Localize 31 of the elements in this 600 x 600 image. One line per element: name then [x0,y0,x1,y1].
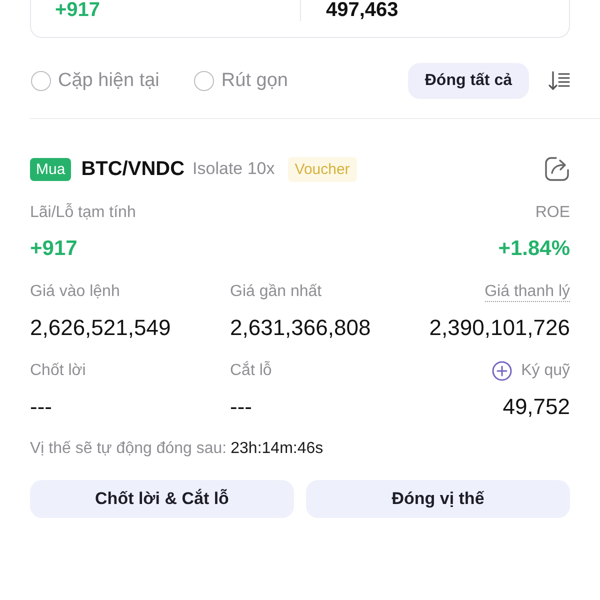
sort-icon[interactable] [548,70,570,92]
auto-close-label: Vị thế sẽ tự động đóng sau: [30,440,227,457]
voucher-tag: Voucher [288,156,357,182]
side-badge: Mua [30,158,72,180]
margin-mode: Isolate 10x [192,159,275,179]
field-value: 2,631,366,808 [230,315,371,341]
field-label: Ký quỹ [521,361,570,381]
share-icon[interactable] [544,156,570,182]
action-button[interactable]: Đóng vị thế [306,480,570,518]
close-all-button[interactable]: Đóng tất cả [408,63,529,99]
summary-value: 497,463 [326,0,398,21]
field-value: --- [30,394,52,420]
field-label: Chốt lời [30,361,86,381]
pair-name: BTC/VNDC [81,158,185,180]
radio-button[interactable] [31,71,51,91]
field-value: --- [230,394,252,420]
roe-value: +1.84% [498,236,570,262]
countdown-time: 23h:14m:46s [230,440,324,457]
action-button[interactable]: Chốt lời & Cắt lỗ [30,480,294,518]
field-label: Giá gần nhất [230,282,322,302]
roe-label: ROE [535,203,570,223]
radio-button[interactable] [194,71,214,91]
field-label: Cắt lỗ [230,361,272,381]
pnl-label: Lãi/Lỗ tạm tính [30,203,136,223]
add-icon[interactable] [492,361,512,381]
field-label: Giá vào lệnh [30,282,120,302]
pnl-value: +917 [55,0,100,21]
field-value: 49,752 [502,394,570,420]
field-value: 2,626,521,549 [30,315,171,341]
pnl-value: +917 [30,236,78,262]
field-value: 2,390,101,726 [429,315,570,341]
